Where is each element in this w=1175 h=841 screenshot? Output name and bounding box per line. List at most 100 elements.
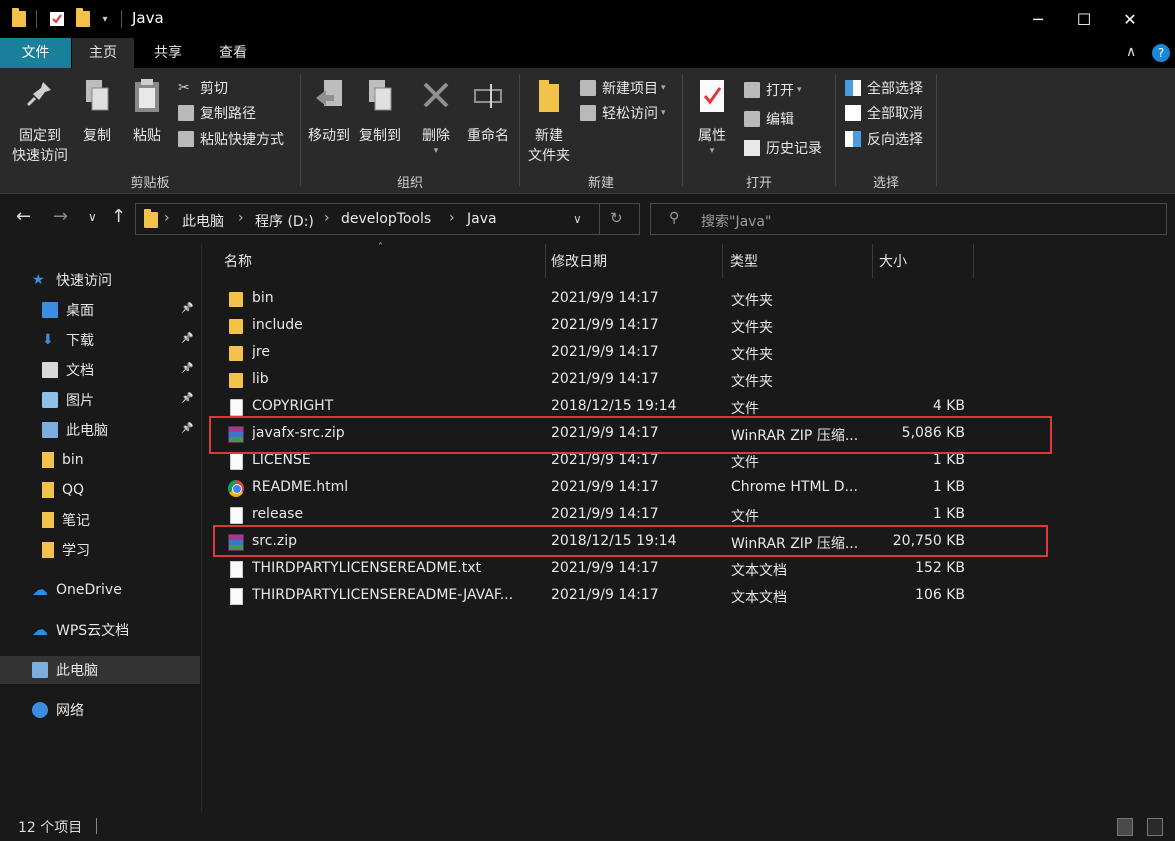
sidebar-item[interactable]: 网络	[0, 696, 200, 724]
breadcrumb-developtools[interactable]: developTools	[341, 211, 431, 227]
address-bar[interactable]: › 此电脑 › 程序 (D:) › developTools › Java ∨ …	[135, 203, 640, 235]
file-size: 106 KB	[915, 587, 965, 603]
file-size: 4 KB	[932, 398, 965, 414]
sidebar-item[interactable]: 此电脑	[0, 416, 200, 444]
sidebar-item-label: 图片	[66, 393, 94, 409]
back-arrow-icon[interactable]: ←	[16, 206, 31, 227]
refresh-icon[interactable]: ↻	[610, 209, 623, 227]
file-row[interactable]: THIRDPARTYLICENSEREADME.txt 2021/9/9 14:1…	[202, 556, 1175, 583]
new-folder-button[interactable]: 新建 文件夹	[524, 78, 574, 166]
text-file-icon	[230, 561, 243, 578]
tab-share[interactable]: 共享	[137, 38, 199, 68]
history-button[interactable]: 历史记录	[744, 136, 822, 160]
up-arrow-icon[interactable]: ↑	[111, 206, 126, 227]
paste-shortcut-button[interactable]: 粘贴快捷方式	[178, 127, 284, 151]
file-size: 1 KB	[932, 452, 965, 468]
sidebar-item[interactable]: bin	[0, 446, 200, 474]
recent-locations-chevron-icon[interactable]: ∨	[88, 210, 97, 224]
file-name: THIRDPARTYLICENSEREADME-JAVAF...	[252, 587, 514, 603]
easy-access-button[interactable]: 轻松访问 ▾	[580, 101, 666, 125]
sidebar-item[interactable]: ☁ OneDrive	[0, 576, 200, 604]
details-view-icon[interactable]	[1117, 818, 1133, 836]
copy-to-button[interactable]: 复制到	[354, 78, 406, 146]
address-history-chevron-icon[interactable]: ∨	[573, 212, 582, 226]
copy-path-button[interactable]: 复制路径	[178, 101, 256, 125]
select-all-button[interactable]: 全部选择	[845, 76, 923, 100]
file-row[interactable]: include 2021/9/9 14:17 文件夹	[202, 313, 1175, 340]
properties-button[interactable]: 属性 ▾	[688, 78, 736, 156]
pin-icon[interactable]: 📌	[181, 333, 193, 344]
file-name: jre	[252, 344, 270, 360]
close-button[interactable]: ✕	[1107, 0, 1153, 38]
invert-selection-button[interactable]: 反向选择	[845, 127, 923, 151]
file-row[interactable]: jre 2021/9/9 14:17 文件夹	[202, 340, 1175, 367]
column-header-date[interactable]: 修改日期	[551, 252, 607, 278]
file-icon	[230, 507, 243, 524]
column-separator[interactable]	[973, 244, 974, 278]
file-name: README.html	[252, 479, 349, 495]
new-item-button[interactable]: 新建项目 ▾	[580, 76, 666, 100]
sidebar-item[interactable]: QQ	[0, 476, 200, 504]
column-header-size[interactable]: 大小	[879, 252, 907, 278]
sidebar-item[interactable]: 学习	[0, 536, 200, 564]
rename-button[interactable]: 重命名	[463, 78, 513, 146]
move-to-button[interactable]: 移动到	[304, 78, 354, 146]
sidebar-item[interactable]: 笔记	[0, 506, 200, 534]
sidebar-item[interactable]: 文档	[0, 356, 200, 384]
breadcrumb-drive-d[interactable]: 程序 (D:)	[255, 211, 314, 231]
breadcrumb-java[interactable]: Java	[467, 211, 497, 227]
select-none-button[interactable]: 全部取消	[845, 101, 923, 125]
move-to-icon	[316, 80, 342, 106]
edit-button[interactable]: 编辑	[744, 107, 794, 131]
tab-home[interactable]: 主页	[72, 38, 134, 68]
help-icon[interactable]: ?	[1152, 44, 1170, 62]
copy-button[interactable]: 复制	[77, 78, 117, 146]
column-header-name[interactable]: 名称	[224, 252, 252, 278]
large-icons-view-icon[interactable]	[1147, 818, 1163, 836]
pin-quick-access-button[interactable]: 固定到 快速访问	[8, 78, 72, 166]
file-date: 2021/9/9 14:17	[551, 560, 659, 576]
sidebar-item[interactable]: 图片	[0, 386, 200, 414]
breadcrumb-this-pc[interactable]: 此电脑	[182, 211, 224, 231]
pin-icon[interactable]: 📌	[181, 393, 193, 404]
pin-icon[interactable]: 📌	[181, 303, 193, 314]
sidebar-item[interactable]: 桌面	[0, 296, 200, 324]
file-row[interactable]: bin 2021/9/9 14:17 文件夹	[202, 286, 1175, 313]
properties-icon[interactable]	[48, 9, 66, 29]
file-date: 2021/9/9 14:17	[551, 452, 659, 468]
network-icon	[32, 702, 48, 718]
cut-button[interactable]: ✂ 剪切	[178, 76, 228, 100]
customize-toolbar-icon[interactable]: ▾	[98, 9, 112, 29]
new-folder-icon[interactable]	[74, 8, 92, 29]
paste-button[interactable]: 粘贴	[127, 78, 167, 146]
pin-icon[interactable]: 📌	[181, 423, 193, 434]
folder-icon[interactable]	[10, 8, 28, 29]
column-separator[interactable]	[872, 244, 873, 278]
delete-button[interactable]: 删除 ▾	[416, 78, 456, 156]
file-row[interactable]: lib 2021/9/9 14:17 文件夹	[202, 367, 1175, 394]
minimize-button[interactable]: ─	[1015, 0, 1061, 38]
folder-icon	[144, 209, 158, 228]
tab-view[interactable]: 查看	[202, 38, 264, 68]
sidebar-item[interactable]: ★ 快速访问	[0, 266, 200, 294]
file-row[interactable]: THIRDPARTYLICENSEREADME-JAVAF... 2021/9/9…	[202, 583, 1175, 610]
sidebar-item[interactable]: ⬇ 下载	[0, 326, 200, 354]
file-date: 2021/9/9 14:17	[551, 317, 659, 333]
sidebar-item-label: 文档	[66, 363, 94, 379]
sidebar-item[interactable]: 此电脑	[0, 656, 200, 684]
column-header-type[interactable]: 类型	[730, 252, 758, 278]
tab-file[interactable]: 文件	[0, 38, 71, 68]
maximize-button[interactable]: ☐	[1061, 0, 1107, 38]
collapse-ribbon-icon[interactable]: ∧	[1126, 44, 1136, 60]
file-row[interactable]: README.html 2021/9/9 14:17 Chrome HTML D..…	[202, 475, 1175, 502]
file-list: ˄ 名称 修改日期 类型 大小 bin 2021/9/9 14:17 文件夹 incl…	[202, 242, 1175, 812]
search-input[interactable]: ⚲ 搜索"Java"	[650, 203, 1167, 235]
column-separator[interactable]	[545, 244, 546, 278]
open-button[interactable]: 打开 ▾	[744, 78, 802, 102]
forward-arrow-icon[interactable]: →	[53, 206, 68, 227]
paste-shortcut-icon	[178, 131, 194, 147]
file-date: 2021/9/9 14:17	[551, 587, 659, 603]
column-separator[interactable]	[722, 244, 723, 278]
sidebar-item[interactable]: ☁ WPS云文档	[0, 616, 200, 644]
pin-icon[interactable]: 📌	[181, 363, 193, 374]
